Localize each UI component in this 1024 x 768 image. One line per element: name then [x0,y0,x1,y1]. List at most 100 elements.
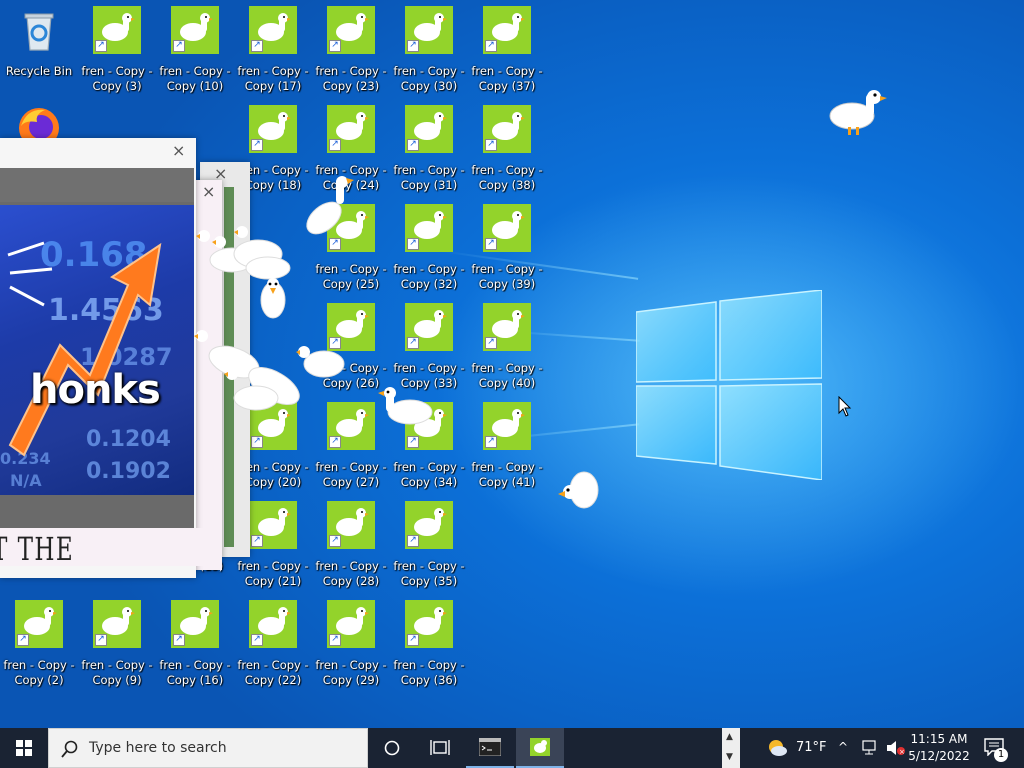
shortcut-arrow-icon: ↗ [329,40,341,52]
fren-label: fren - Copy - Copy (40) [471,361,543,390]
weather-widget[interactable]: 71°F [760,728,832,768]
goose-fren-icon: ↗ [405,303,453,351]
recycle-bin-icon [15,6,63,54]
meme-image-frame: 0.168 1.4563 1.0287 0.1204 0.1902 0.234 … [0,202,194,528]
start-button[interactable] [0,728,48,768]
fren-shortcut[interactable]: ↗ fren - Copy - Copy (32) [391,204,467,292]
shortcut-arrow-icon: ↗ [407,40,419,52]
goose-fren-icon: ↗ [93,6,141,54]
fren-label: fren - Copy - Copy (32) [393,262,465,291]
show-hidden-icons-chevron-icon[interactable]: ^ [838,740,848,754]
fren-shortcut[interactable]: ↗ fren - Copy - Copy (40) [469,303,545,391]
fren-label: fren - Copy - Copy (9) [81,658,153,687]
fren-shortcut[interactable]: ↗ fren - Copy - Copy (9) [79,600,155,688]
close-icon[interactable]: × [172,143,185,159]
shortcut-arrow-icon: ↗ [407,139,419,151]
fren-shortcut[interactable]: ↗ fren - Copy - Copy (38) [469,105,545,193]
fren-shortcut[interactable]: ↗ fren - Copy - Copy (17) [235,6,311,94]
network-icon[interactable] [862,740,880,756]
goose-fren-icon: ↗ [327,6,375,54]
fren-label: fren - Copy - Copy (31) [393,163,465,192]
goose-fren-icon: ↗ [483,303,531,351]
fren-shortcut[interactable]: ↗ fren - Copy - Copy (3) [79,6,155,94]
fren-shortcut[interactable]: ↗ fren - Copy - Copy (36) [391,600,467,688]
taskbar-search-box[interactable]: Type here to search [48,728,368,768]
shortcut-arrow-icon: ↗ [173,40,185,52]
scroll-down-icon[interactable]: ▼ [726,752,733,762]
task-view-button[interactable] [416,728,464,768]
fren-shortcut[interactable]: ↗ fren - Copy - Copy (37) [469,6,545,94]
shortcut-arrow-icon: ↗ [95,40,107,52]
fren-shortcut[interactable]: ↗ fren - Copy - Copy (29) [313,600,389,688]
goose-app-icon [530,738,550,756]
clock-date: 5/12/2022 [908,749,970,763]
stock-number: N/A [10,471,42,490]
goose-fren-icon: ↗ [405,600,453,648]
close-icon[interactable]: × [202,184,215,200]
fren-shortcut[interactable]: ↗ fren - Copy - Copy (2) [1,600,77,688]
fren-shortcut[interactable]: ↗ fren - Copy - Copy (31) [391,105,467,193]
search-placeholder: Type here to search [89,740,227,756]
windows-logo [636,290,822,480]
fren-label: fren - Copy - Copy (30) [393,64,465,93]
fren-shortcut[interactable]: ↗ fren - Copy - Copy (39) [469,204,545,292]
meme-window-front[interactable]: × 0.168 1.4563 1.0287 0.1204 0.1902 0.23… [0,138,196,578]
taskbar-goose-app[interactable] [516,728,564,768]
goose-fren-icon: ↗ [327,105,375,153]
goose-icon[interactable] [256,270,290,320]
recycle-bin-icon-item[interactable]: Recycle Bin [1,6,77,79]
volume-muted-icon[interactable]: × [886,740,906,756]
shortcut-arrow-icon: ↗ [17,634,29,646]
cortana-button[interactable] [368,728,416,768]
fren-shortcut[interactable]: ↗ fren - Copy - Copy (41) [469,402,545,490]
fren-shortcut[interactable]: ↗ fren - Copy - Copy (16) [157,600,233,688]
goose-fren-icon: ↗ [483,402,531,450]
goose-fren-icon: ↗ [249,501,297,549]
shortcut-arrow-icon: ↗ [251,634,263,646]
shortcut-arrow-icon: ↗ [95,634,107,646]
shortcut-arrow-icon: ↗ [407,238,419,250]
goose-fren-icon: ↗ [249,105,297,153]
fren-label: fren - Copy - Copy (25) [315,262,387,291]
goose-fren-icon: ↗ [171,600,219,648]
goose-icon[interactable] [378,384,438,430]
goose-flock-icon[interactable] [194,328,324,418]
shortcut-arrow-icon: ↗ [251,40,263,52]
shortcut-arrow-icon: ↗ [407,337,419,349]
shortcut-arrow-icon: ↗ [485,139,497,151]
taskbar-terminal-app[interactable] [466,728,514,768]
goose-icon[interactable] [556,470,604,516]
weather-partly-cloudy-icon [769,740,787,756]
goose-icon[interactable] [826,86,888,138]
fren-shortcut[interactable]: ↗ fren - Copy - Copy (23) [313,6,389,94]
fren-label: fren - Copy - Copy (38) [471,163,543,192]
action-center-button[interactable]: 1 [976,728,1024,768]
fren-label: fren - Copy - Copy (41) [471,460,543,489]
scroll-up-icon[interactable]: ▲ [726,732,733,742]
fren-shortcut[interactable]: ↗ fren - Copy - Copy (30) [391,6,467,94]
fren-label: fren - Copy - Copy (23) [315,64,387,93]
shortcut-arrow-icon: ↗ [407,436,419,448]
fren-shortcut[interactable]: ↗ fren - Copy - Copy (33) [391,303,467,391]
windows-start-icon [16,740,32,756]
meme-caption: honks [30,367,161,413]
cortana-circle-icon [384,740,400,756]
fren-shortcut[interactable]: ↗ fren - Copy - Copy (22) [235,600,311,688]
goose-icon[interactable] [302,174,354,238]
fren-shortcut[interactable]: ↗ fren - Copy - Copy (28) [313,501,389,589]
taskbar-scroll-control[interactable]: ▲ ▼ [722,728,740,768]
fren-label: fren - Copy - Copy (39) [471,262,543,291]
goose-fren-icon: ↗ [93,600,141,648]
clock[interactable]: 11:15 AM 5/12/2022 [908,731,970,765]
fren-shortcut[interactable]: ↗ fren - Copy - Copy (35) [391,501,467,589]
desktop[interactable]: Recycle Bin ↗ fren - Copy - Copy (3) ↗ fren … [0,0,1024,728]
shortcut-arrow-icon: ↗ [329,238,341,250]
fren-label: fren - Copy - Copy (3) [81,64,153,93]
goose-fren-icon: ↗ [405,204,453,252]
fren-shortcut[interactable]: ↗ fren - Copy - Copy (10) [157,6,233,94]
shortcut-arrow-icon: ↗ [251,535,263,547]
goose-fren-icon: ↗ [249,600,297,648]
clock-time: 11:15 AM [910,732,968,746]
bottom-meme-text: T THE BONK [0,530,75,566]
weather-temperature: 71°F [796,740,827,755]
